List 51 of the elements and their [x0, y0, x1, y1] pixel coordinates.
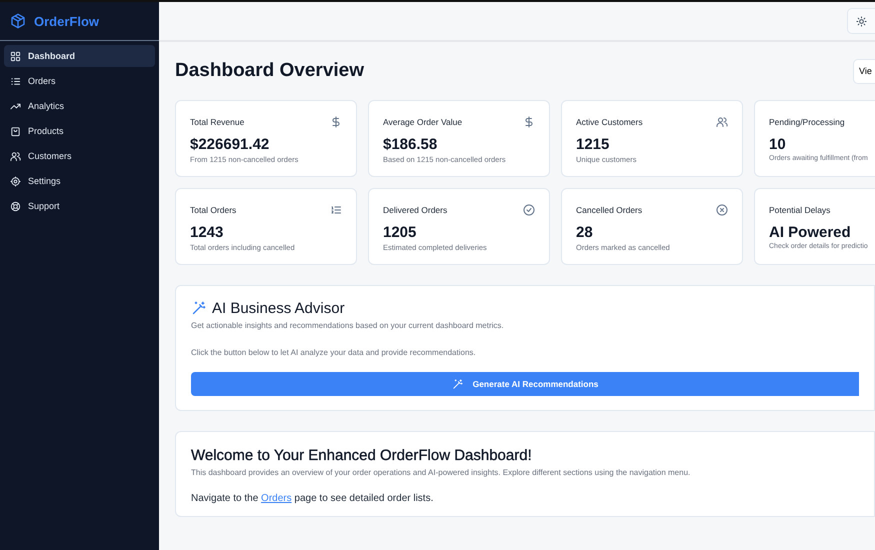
theme-toggle-button[interactable]: [847, 8, 875, 34]
stat-title: Cancelled Orders: [576, 205, 642, 215]
stat-title: Potential Delays: [769, 205, 830, 215]
stat-value: 1205: [383, 224, 418, 241]
cube-icon: [10, 13, 26, 29]
stat-value: 10: [769, 136, 787, 153]
nav-item[interactable]: Customers: [4, 145, 155, 167]
stat-value: AI Powered: [769, 224, 852, 241]
x-circle-icon: [716, 204, 728, 216]
grid-icon: [10, 50, 21, 62]
advisor-title: AI Business Advisor: [212, 300, 345, 317]
advisor-subtitle: Get actionable insights and recommendations based on your current dashboard metrics.: [191, 321, 505, 330]
magic-wand-icon: [191, 301, 206, 316]
dollar-icon: [523, 116, 535, 128]
stat-title: Pending/Processing: [769, 117, 845, 127]
nav-item[interactable]: Orders: [4, 70, 155, 92]
welcome-text: This dashboard provides an overview of your order operations and AI-powered insights. Explore different sections using the navigation menu.: [191, 468, 692, 477]
nav-item[interactable]: Settings: [4, 170, 155, 192]
stat-title: Total Revenue: [190, 117, 244, 127]
brand-name: OrderFlow: [34, 14, 100, 28]
stat-value: $226691.42: [190, 136, 270, 153]
stat-title: Average Order Value: [383, 117, 462, 127]
bag-icon: [10, 126, 21, 136]
nav-item[interactable]: Support: [4, 195, 155, 217]
list-icon: [330, 204, 342, 216]
nav-item[interactable]: Analytics: [4, 95, 155, 117]
generate-button[interactable]: Generate AI Recommendations: [191, 372, 859, 396]
dollar-icon: [330, 116, 342, 128]
view-button[interactable]: Vie: [853, 58, 875, 84]
welcome-title: Welcome to Your Enhanced OrderFlow Dashboard!: [191, 447, 533, 464]
check-circle-icon: [523, 204, 535, 216]
users-icon: [716, 116, 728, 128]
magic-wand-icon: [452, 378, 463, 390]
stat-value: 28: [576, 224, 594, 241]
sun-icon: [856, 16, 867, 26]
list-icon: [10, 76, 21, 86]
settings-icon: [10, 176, 21, 186]
stat-title: Total Orders: [190, 205, 236, 215]
advisor-hint: Click the button below to let AI analyze your data and provide recommendations.: [191, 348, 477, 357]
nav-item[interactable]: Products: [4, 120, 155, 142]
orders-link[interactable]: Orders: [261, 493, 292, 504]
stat-value: 1215: [576, 136, 610, 153]
stat-title: Active Customers: [576, 117, 643, 127]
stat-value: 1243: [190, 224, 224, 241]
users-icon: [10, 150, 21, 162]
navigate-text: Navigate to the Orders page to see detailed order lists.: [191, 493, 434, 504]
nav-item[interactable]: Dashboard: [4, 45, 155, 67]
stat-title: Delivered Orders: [383, 205, 448, 215]
lifebuoy-icon: [10, 200, 21, 212]
stat-value: $186.58: [383, 136, 438, 153]
page-title: Dashboard Overview: [175, 60, 364, 82]
